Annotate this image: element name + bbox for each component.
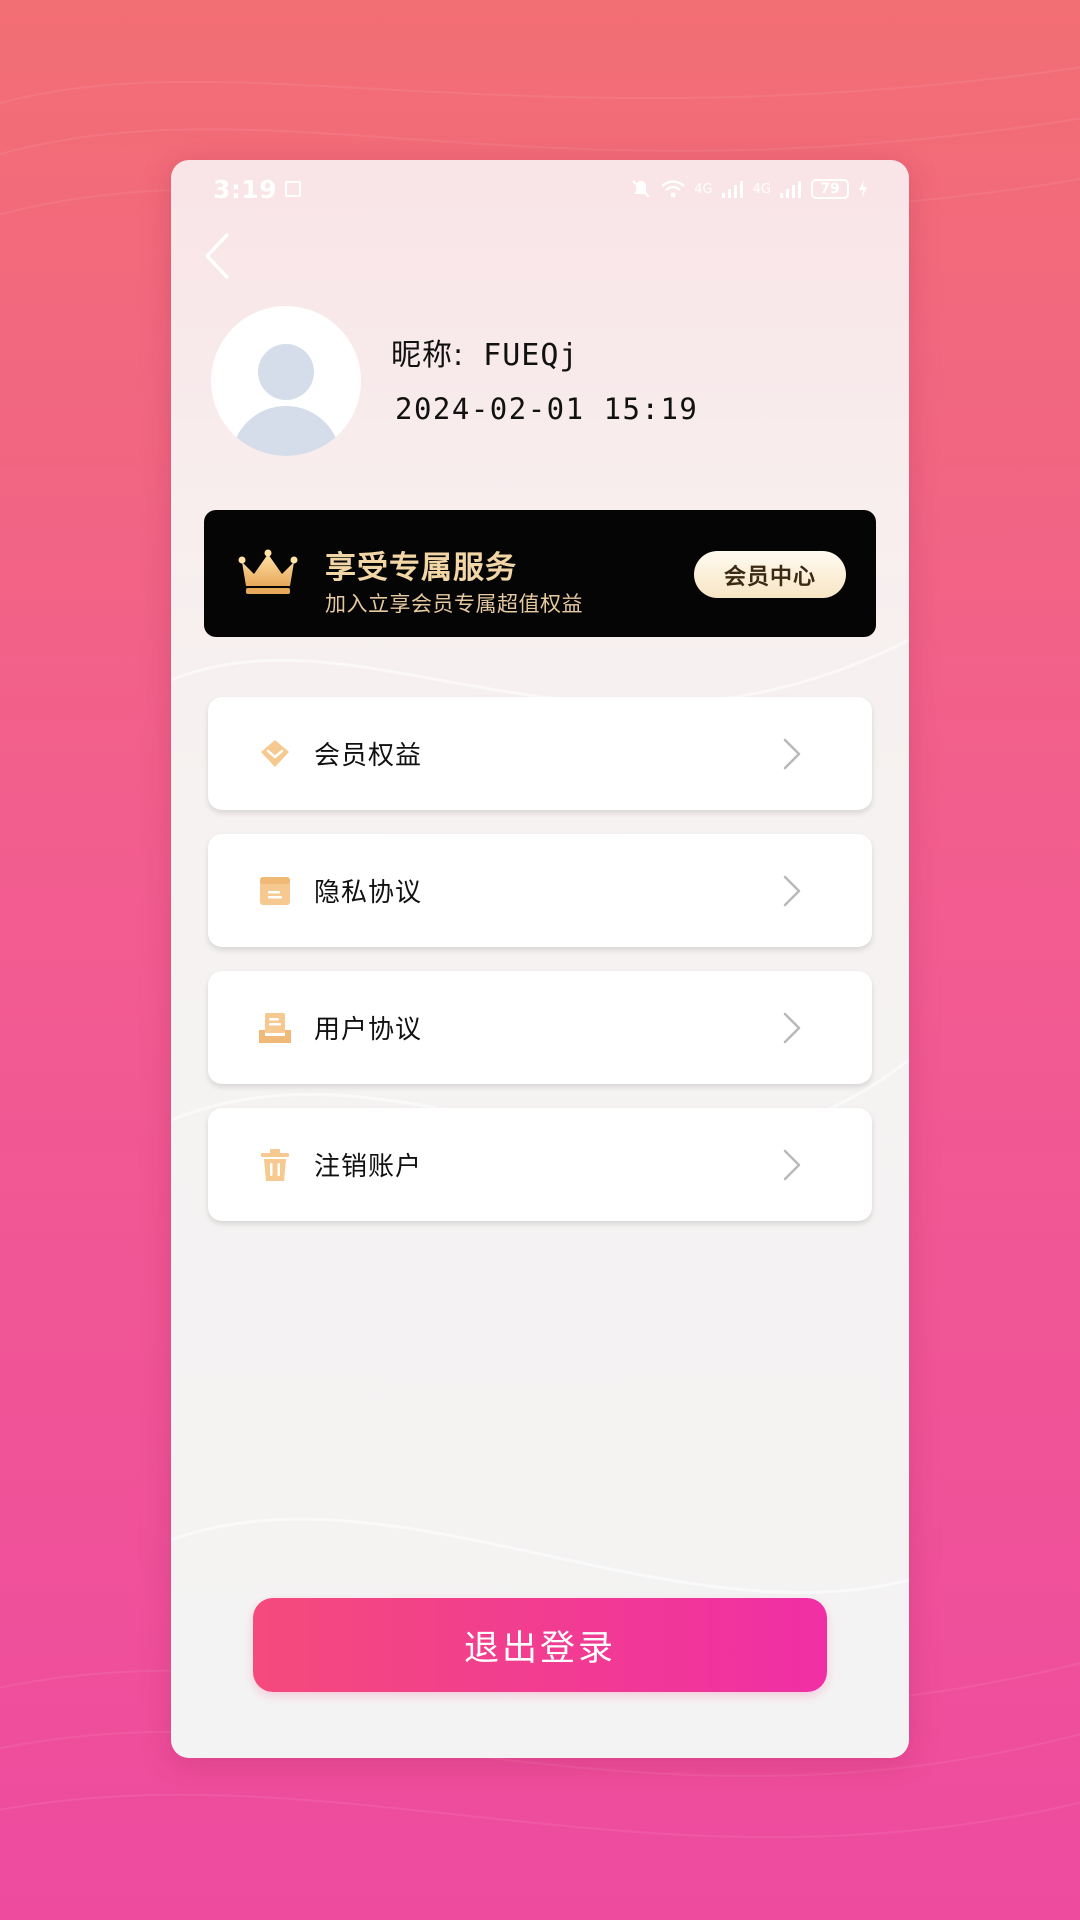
back-button[interactable]	[197, 228, 237, 284]
menu-item-label: 用户协议	[314, 1015, 423, 1045]
nickname-label: 昵称:	[391, 338, 465, 373]
vip-banner[interactable]: 享受专属服务 加入立享会员专属超值权益 会员中心	[204, 510, 876, 637]
menu-item-member-benefits[interactable]: 会员权益	[208, 697, 872, 810]
menu-item-privacy-policy[interactable]: 隐私协议	[208, 834, 872, 947]
diamond-icon	[261, 740, 289, 767]
notification-icon	[285, 181, 302, 197]
mute-icon	[632, 180, 650, 198]
battery-icon: 79	[811, 179, 849, 199]
menu-item-user-agreement[interactable]: 用户协议	[208, 971, 872, 1084]
menu-item-label: 隐私协议	[314, 878, 423, 908]
app-screen: 3:19 4G 4G 79 昵称: FUEQj 2024-02-01 15:19…	[171, 160, 909, 1758]
menu-item-label: 会员权益	[314, 741, 423, 771]
network-label-2: 4G	[752, 181, 771, 197]
signal-icon-2	[780, 181, 801, 198]
chevron-right-icon	[783, 875, 801, 907]
chevron-right-icon	[783, 738, 801, 770]
nickname-value: FUEQj	[483, 338, 579, 373]
network-label-1: 4G	[694, 181, 713, 197]
chevron-left-icon	[205, 233, 229, 279]
profile-date: 2024-02-01	[395, 392, 585, 426]
logout-button[interactable]: 退出登录	[253, 1598, 827, 1692]
profile-datetime: 2024-02-01 15:19	[395, 392, 698, 426]
crown-icon	[238, 549, 298, 594]
trash-icon	[261, 1149, 289, 1181]
chevron-right-icon	[783, 1012, 801, 1044]
status-time: 3:19	[213, 175, 302, 204]
avatar-body-shape	[231, 406, 341, 456]
signal-icon-1	[721, 181, 743, 198]
profile-time: 15:19	[603, 392, 699, 426]
status-icons: 4G 4G 79	[630, 178, 869, 200]
menu-item-label: 注销账户	[314, 1152, 423, 1182]
nickname: 昵称: FUEQj	[391, 330, 578, 374]
user-agreement-icon	[259, 1013, 291, 1043]
vip-title: 享受专属服务	[325, 550, 517, 586]
charging-icon	[859, 180, 867, 198]
avatar-head-shape	[258, 344, 314, 400]
wifi-icon	[661, 180, 686, 198]
privacy-doc-icon	[260, 877, 290, 905]
chevron-right-icon	[783, 1149, 801, 1181]
vip-subtitle: 加入立享会员专属超值权益	[325, 592, 583, 616]
member-center-button[interactable]: 会员中心	[694, 551, 846, 598]
avatar[interactable]	[211, 306, 361, 456]
menu-item-delete-account[interactable]: 注销账户	[208, 1108, 872, 1221]
status-bar: 3:19 4G 4G 79	[171, 160, 909, 218]
